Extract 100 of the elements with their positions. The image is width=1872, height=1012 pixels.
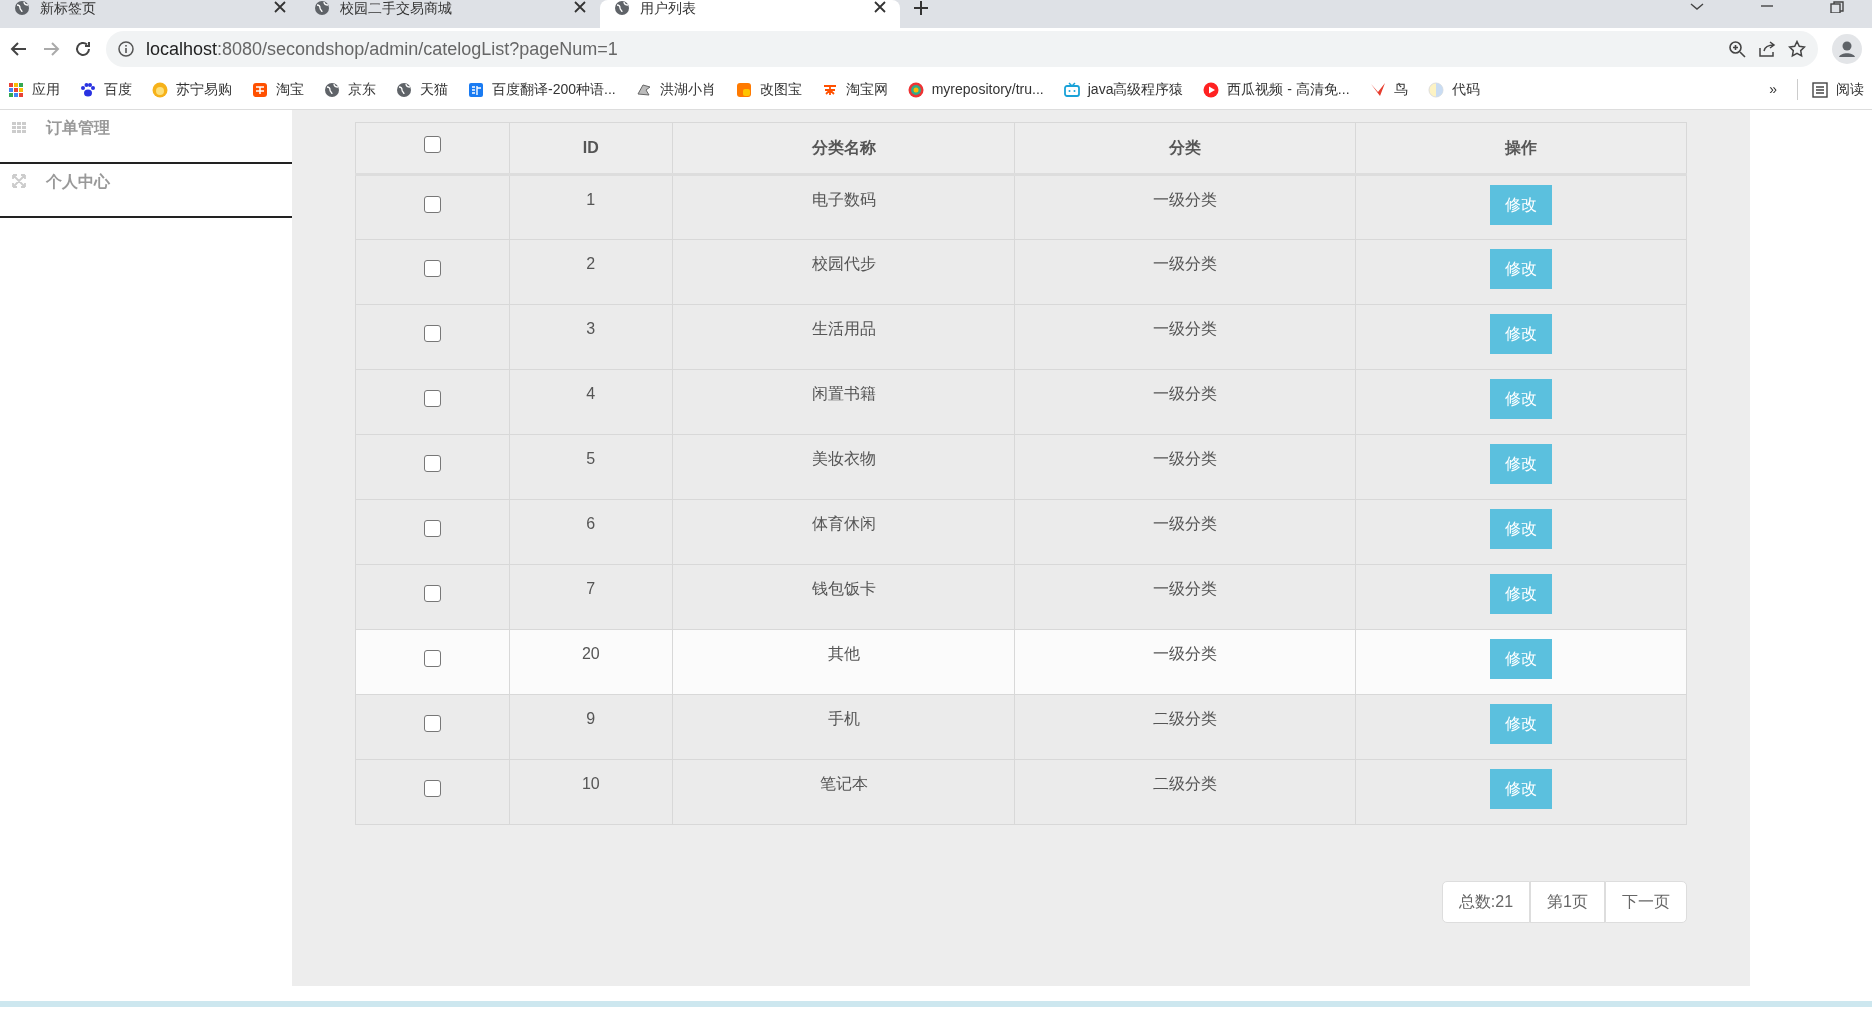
- reading-list-label: 阅读: [1836, 80, 1864, 99]
- bookmark-label: 百度翻译-200种语...: [492, 80, 616, 99]
- pagination-item[interactable]: 下一页: [1605, 881, 1687, 923]
- bookmark-label: 天猫: [420, 80, 448, 99]
- profile-icon[interactable]: [1832, 34, 1862, 64]
- checkbox[interactable]: [423, 136, 441, 153]
- table-cell: 7: [509, 564, 673, 630]
- new-tab-icon[interactable]: [914, 0, 928, 16]
- ring-icon: [907, 81, 924, 98]
- close-icon[interactable]: [274, 0, 286, 14]
- checkbox[interactable]: [423, 520, 441, 537]
- bookmark-label: 改图宝: [759, 80, 802, 99]
- bookmark-label: 应用: [32, 80, 60, 99]
- bookmark-label: myrepository/tru...: [931, 80, 1044, 99]
- table-cell: 2: [509, 239, 673, 305]
- checkbox[interactable]: [423, 325, 441, 342]
- bookmark[interactable]: myrepository/tru...: [907, 79, 1044, 100]
- table-cell: 9: [509, 694, 673, 760]
- table-cell: 体育休闲: [672, 499, 1015, 565]
- checkbox[interactable]: [423, 715, 441, 732]
- browser-tab[interactable]: 用户列表: [600, 0, 900, 28]
- circle-icon: [1427, 81, 1444, 98]
- table-cell: 一级分类: [1014, 304, 1356, 370]
- bookmark[interactable]: 百度翻译-200种语...: [468, 79, 616, 100]
- browser-tab[interactable]: 新标签页: [0, 0, 300, 28]
- bookmark[interactable]: 天猫: [396, 79, 448, 100]
- square-icon: [735, 81, 752, 98]
- info-icon[interactable]: [118, 41, 134, 57]
- tv-icon: [1063, 81, 1080, 98]
- bookmark[interactable]: 淘宝网: [821, 79, 888, 100]
- share-icon[interactable]: [1758, 40, 1776, 58]
- browser-tab[interactable]: 校园二手交易商城: [300, 0, 600, 28]
- restore-icon[interactable]: [1830, 0, 1844, 14]
- address-bar[interactable]: localhost:8080/secondshop/admin/catelogList?pageNum=1: [106, 31, 1818, 67]
- table-cell: 一级分类: [1014, 564, 1356, 630]
- bookmark[interactable]: 代码: [1427, 79, 1480, 100]
- table-cell: 钱包饭卡: [672, 564, 1015, 630]
- sidebar-label: 订单管理: [46, 118, 110, 138]
- bookmark[interactable]: 京东: [324, 79, 376, 100]
- bookmark[interactable]: 应用: [8, 79, 60, 100]
- table-cell: 1: [509, 174, 673, 240]
- checkbox[interactable]: [423, 390, 441, 407]
- pagination-item[interactable]: 总数:21: [1441, 881, 1531, 923]
- apps-icon: [8, 81, 24, 98]
- paw-icon: [80, 81, 96, 98]
- close-icon[interactable]: [874, 0, 886, 14]
- site-icon: [252, 81, 268, 98]
- table-cell: 一级分类: [1014, 499, 1356, 565]
- checkbox[interactable]: [423, 260, 441, 277]
- table-cell: 3: [509, 304, 673, 370]
- table-cell: 一级分类: [1014, 239, 1356, 305]
- bookmark[interactable]: 洪湖小肖: [635, 79, 716, 100]
- bookmark-label: 鸟: [1393, 80, 1408, 99]
- pagination-item[interactable]: 第1页: [1530, 881, 1605, 923]
- globe-icon: [314, 0, 330, 16]
- list-icon: [1812, 81, 1828, 98]
- table-cell: 一级分类: [1014, 629, 1356, 695]
- globe-icon: [14, 0, 30, 16]
- checkbox[interactable]: [423, 780, 441, 797]
- bookmark[interactable]: 西瓜视频 - 高清免...: [1203, 79, 1350, 100]
- bookmark-label: 淘宝网: [845, 80, 888, 99]
- table-cell: 20: [509, 629, 673, 695]
- bookmark-label: 洪湖小肖: [659, 80, 716, 99]
- checkbox[interactable]: [423, 196, 441, 213]
- reading-list-button[interactable]: 阅读: [1797, 79, 1864, 100]
- url-text: localhost:8080/secondshop/admin/catelogList?pageNum=1: [146, 37, 619, 61]
- table-cell: 其他: [672, 629, 1015, 695]
- globe-icon: [614, 0, 630, 16]
- globe-icon: [324, 81, 340, 98]
- bookmark-label: 淘宝: [276, 80, 304, 99]
- back-icon[interactable]: [10, 40, 28, 58]
- close-icon[interactable]: [574, 0, 586, 14]
- bookmark-label: 西瓜视频 - 高清免...: [1227, 80, 1350, 99]
- bookmark[interactable]: 淘宝: [252, 79, 304, 100]
- table-cell: 生活用品: [672, 304, 1015, 370]
- zoom-icon[interactable]: [1728, 40, 1746, 58]
- tab-title: 校园二手交易商城: [340, 0, 453, 16]
- checkbox[interactable]: [423, 585, 441, 602]
- bookmark[interactable]: java高级程序猿: [1063, 79, 1184, 100]
- table-cell: 手机: [672, 694, 1015, 760]
- star-icon[interactable]: [1788, 40, 1806, 58]
- table-cell: 一级分类: [1014, 369, 1356, 435]
- bookmark-label: 代码: [1451, 80, 1480, 99]
- bookmark[interactable]: 鸟: [1369, 79, 1408, 100]
- reload-icon[interactable]: [74, 40, 92, 58]
- checkbox[interactable]: [423, 650, 441, 667]
- checkbox[interactable]: [423, 455, 441, 472]
- table-cell: 电子数码: [672, 174, 1015, 240]
- bookmark-label: 京东: [348, 80, 376, 99]
- bookmark[interactable]: 改图宝: [735, 79, 802, 100]
- table-cell: 5: [509, 434, 673, 500]
- expand-icon: [12, 174, 26, 188]
- bookmark[interactable]: 苏宁易购: [152, 79, 232, 100]
- bookmark-label: 百度: [104, 80, 132, 99]
- sidebar-label: 个人中心: [46, 172, 110, 192]
- table-cell: 一级分类: [1014, 434, 1356, 500]
- table-cell: 美妆衣物: [672, 434, 1015, 500]
- bookmark-label: java高级程序猿: [1087, 80, 1184, 99]
- more-bookmarks-button[interactable]: »: [1769, 79, 1777, 100]
- bookmark[interactable]: 百度: [80, 79, 132, 100]
